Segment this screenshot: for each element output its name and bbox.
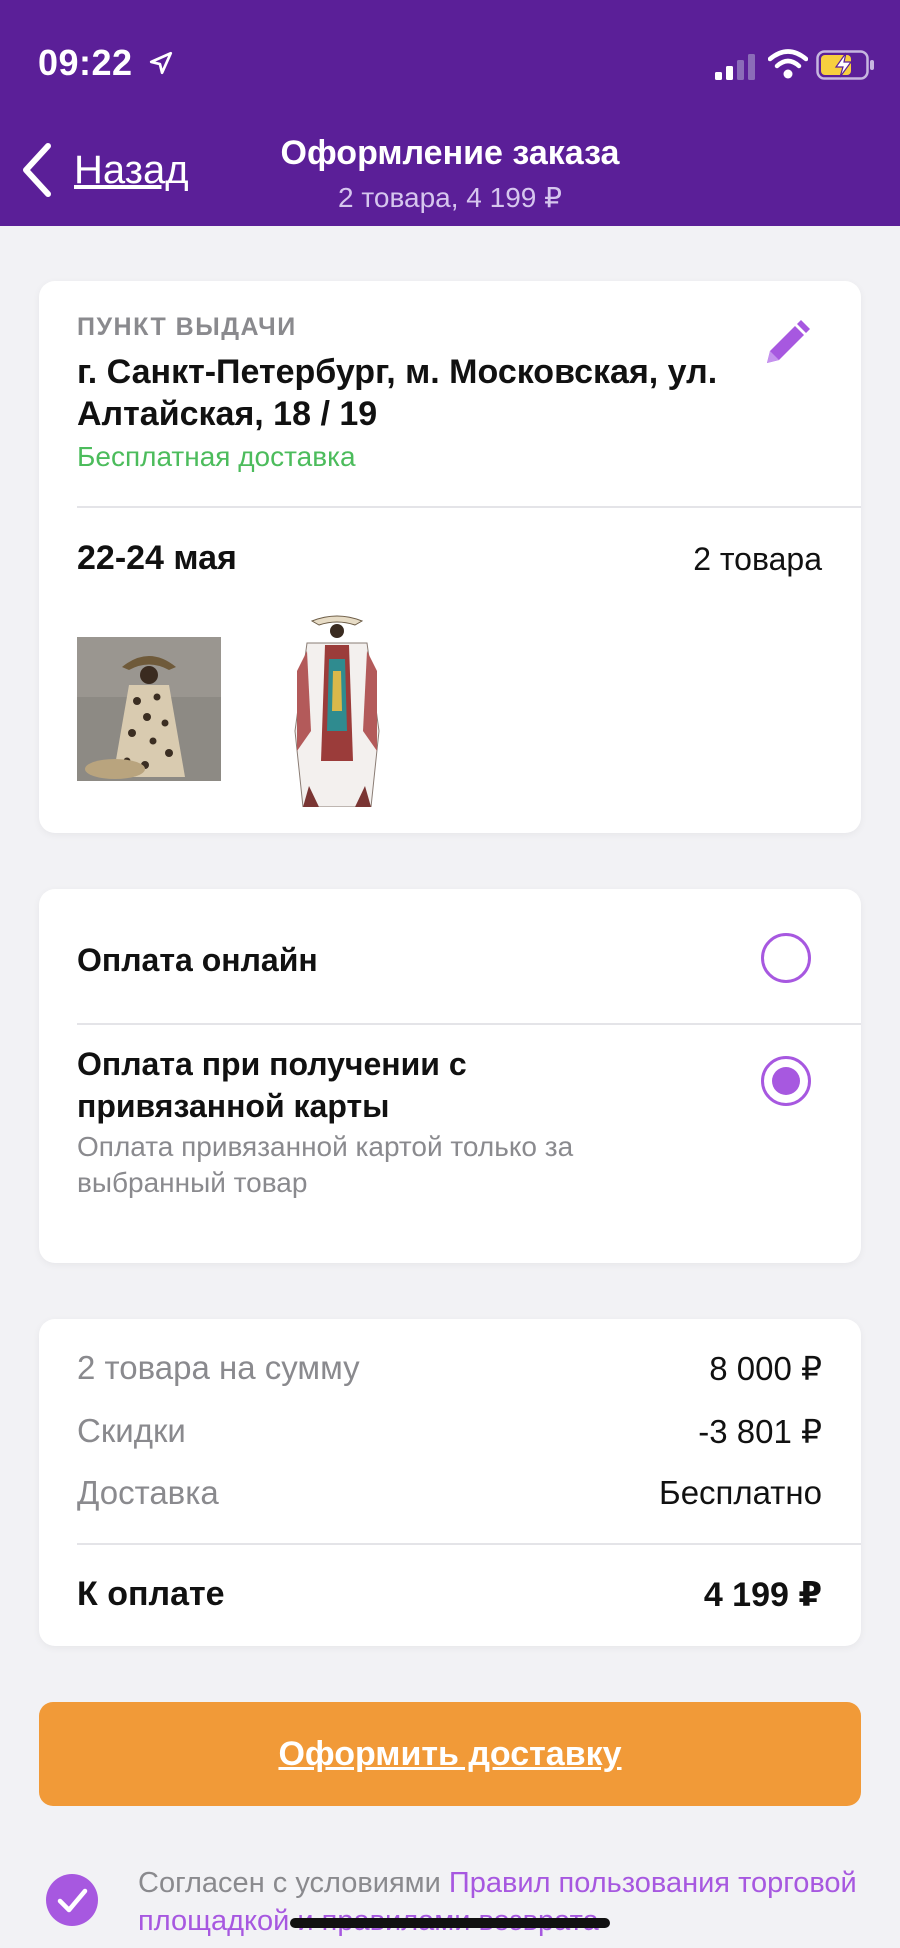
free-delivery-note: Бесплатная доставка	[77, 441, 356, 472]
summary-label: 2 товара на сумму	[77, 1349, 360, 1386]
order-summary-card: 2 товара на сумму 8 000 ₽ Скидки -3 801 …	[39, 1319, 861, 1646]
summary-label: Скидки	[77, 1412, 186, 1449]
total-label: К оплате	[77, 1575, 225, 1613]
payment-option-online[interactable]: Оплата онлайн	[39, 889, 861, 1023]
checkmark-icon	[57, 1888, 88, 1913]
battery-charging-icon	[816, 50, 874, 80]
summary-value: Бесплатно	[659, 1474, 822, 1511]
leopard-dress-image	[77, 637, 221, 781]
payment-option-title: Оплата онлайн	[77, 942, 318, 978]
product-thumbnail[interactable]	[77, 637, 221, 781]
page-title: Оформление заказа	[280, 134, 620, 172]
summary-value: 8 000 ₽	[709, 1350, 822, 1387]
payment-card: Оплата онлайн Оплата при получении с при…	[39, 889, 861, 1263]
kaftan-dress-image	[267, 611, 407, 807]
delivery-card: ПУНКТ ВЫДАЧИ г. Санкт-Петербург, м. Моск…	[39, 281, 861, 833]
home-indicator	[290, 1918, 610, 1928]
items-count: 2 товара	[693, 541, 822, 577]
divider	[77, 506, 861, 508]
wifi-icon	[768, 49, 808, 79]
delivery-date: 22-24 мая	[77, 539, 237, 577]
radio-checked[interactable]	[761, 1056, 811, 1106]
agreement-prefix: Согласен с условиями	[138, 1867, 449, 1899]
total-value: 4 199 ₽	[703, 1576, 822, 1614]
payment-option-card-on-delivery[interactable]: Оплата при получении с привязанной карты…	[39, 1025, 861, 1263]
pickup-point-label: ПУНКТ ВЫДАЧИ	[77, 313, 297, 341]
header-title-block: Оформление заказа 2 товара, 4 199 ₽	[0, 134, 900, 214]
summary-label: Доставка	[77, 1474, 219, 1511]
product-thumbnail[interactable]	[267, 611, 407, 807]
summary-row-delivery: Доставка Бесплатно	[77, 1474, 822, 1512]
summary-total-row: К оплате 4 199 ₽	[77, 1575, 822, 1615]
status-time: 09:22	[38, 42, 133, 83]
place-order-button[interactable]: Оформить доставку	[39, 1702, 861, 1806]
radio-unchecked[interactable]	[761, 933, 811, 983]
page-subtitle: 2 товара, 4 199 ₽	[338, 182, 562, 213]
agreement-checkbox[interactable]	[46, 1874, 98, 1926]
divider	[77, 1543, 861, 1545]
pickup-address: г. Санкт-Петербург, м. Московская, ул. А…	[77, 353, 718, 433]
agreement-text: Согласен с условиями Правил пользования …	[138, 1864, 858, 1940]
cellular-signal-icon	[715, 54, 755, 80]
summary-value: -3 801 ₽	[698, 1413, 822, 1450]
summary-row-items-total: 2 товара на сумму 8 000 ₽	[77, 1349, 822, 1388]
edit-pencil-icon[interactable]	[759, 317, 813, 371]
app-header: 09:22 Назад Оформление заказа 2 товара, …	[0, 0, 900, 226]
payment-option-description: Оплата привязанной картой только за выбр…	[77, 1131, 574, 1198]
location-arrow-icon	[149, 51, 173, 75]
payment-option-title: Оплата при получении с привязанной карты	[77, 1046, 467, 1124]
summary-row-discounts: Скидки -3 801 ₽	[77, 1412, 822, 1451]
